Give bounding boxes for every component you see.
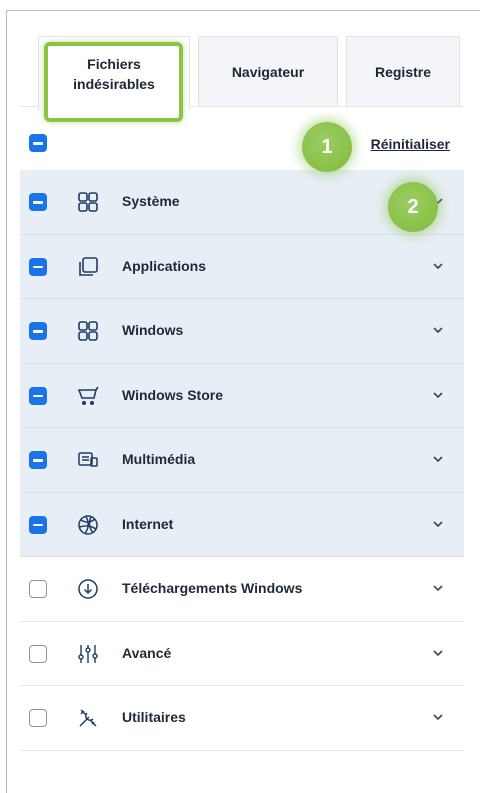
category-row-applications[interactable]: Applications	[20, 234, 464, 299]
tab-navigateur[interactable]: Navigateur	[198, 36, 338, 106]
category-checkbox[interactable]	[29, 322, 47, 340]
chevron-down-icon[interactable]	[432, 454, 444, 464]
category-checkbox[interactable]	[29, 515, 47, 534]
category-row-multimedia[interactable]: Multimédia	[20, 428, 464, 493]
tab-registre[interactable]: Registre	[346, 36, 460, 106]
category-checkbox[interactable]	[29, 193, 47, 211]
category-checkbox[interactable]	[29, 386, 47, 405]
tab-fichiers-indesirables[interactable]: Fichiers indésirables	[38, 36, 190, 110]
category-label: Avancé	[122, 644, 172, 661]
chevron-down-icon[interactable]	[432, 583, 444, 593]
annotation-badge-1: 1	[302, 122, 352, 172]
category-checkbox[interactable]	[29, 257, 47, 276]
grid-icon	[77, 320, 99, 342]
tab-label: Fichiers indésirables	[73, 54, 155, 94]
grid-icon	[77, 191, 99, 213]
cart-icon	[77, 385, 99, 407]
chevron-down-icon[interactable]	[432, 648, 444, 658]
tab-label: Registre	[374, 63, 432, 80]
download-icon	[77, 578, 99, 600]
category-checkbox[interactable]	[29, 580, 47, 598]
category-label: Windows	[122, 322, 184, 338]
tab-label: Navigateur	[231, 63, 305, 80]
category-label: Téléchargements Windows	[122, 580, 303, 596]
chevron-down-icon[interactable]	[432, 519, 444, 529]
category-row-utilitaires[interactable]: Utilitaires	[20, 686, 464, 751]
category-label: Applications	[122, 257, 207, 274]
category-row-avance[interactable]: Avancé	[20, 621, 464, 686]
category-row-internet[interactable]: Internet	[20, 492, 464, 557]
select-all-checkbox[interactable]	[29, 134, 47, 152]
category-list: Système Applications Windows Windows Sto…	[20, 170, 464, 751]
stacked-windows-icon	[77, 256, 99, 278]
category-label: Windows Store	[122, 386, 223, 403]
category-checkbox[interactable]	[29, 644, 47, 663]
category-checkbox[interactable]	[29, 709, 47, 727]
tab-label-line2: indésirables	[73, 75, 155, 92]
tools-icon	[77, 707, 99, 729]
category-label: Multimédia	[122, 451, 196, 467]
annotation-badge-2: 2	[388, 182, 438, 232]
media-icon	[77, 449, 99, 471]
sliders-icon	[77, 643, 99, 665]
chevron-down-icon[interactable]	[432, 261, 444, 271]
select-all-row: Réinitialiser	[20, 120, 464, 168]
chevron-down-icon[interactable]	[432, 712, 444, 722]
category-label: Système	[122, 193, 180, 209]
category-row-telechargements-windows[interactable]: Téléchargements Windows	[20, 557, 464, 622]
category-label: Internet	[122, 515, 174, 532]
chevron-down-icon[interactable]	[432, 390, 444, 400]
chevron-down-icon[interactable]	[432, 325, 444, 335]
category-row-windows-store[interactable]: Windows Store	[20, 363, 464, 428]
category-row-windows[interactable]: Windows	[20, 299, 464, 364]
category-label: Utilitaires	[122, 709, 186, 725]
globe-icon	[77, 514, 99, 536]
reset-link[interactable]: Réinitialiser	[371, 136, 450, 152]
category-checkbox[interactable]	[29, 451, 47, 469]
tab-label-line1: Fichiers	[87, 55, 141, 72]
